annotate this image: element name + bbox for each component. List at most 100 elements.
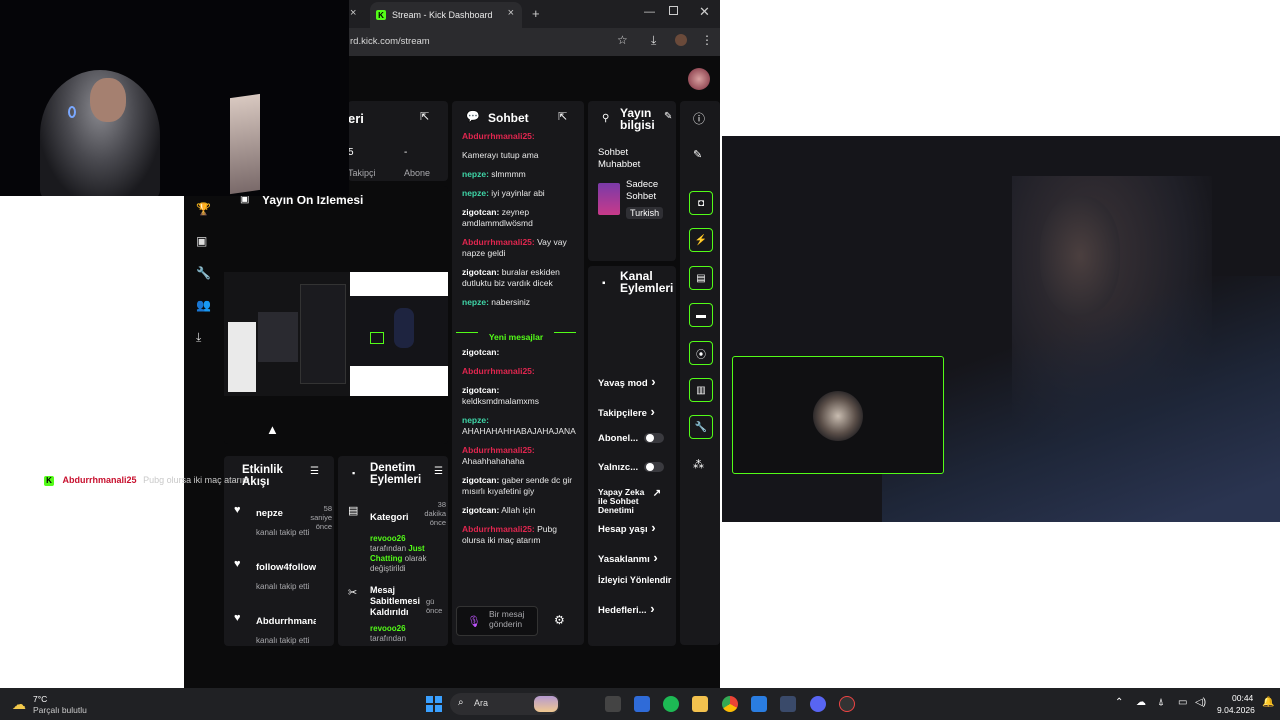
chat-username[interactable]: Abdurrhmanali25: bbox=[462, 366, 535, 376]
store-icon[interactable] bbox=[634, 696, 650, 712]
channel-action-item[interactable]: Yapay Zeka ile Sohbet Denetimi ↗ bbox=[598, 488, 674, 516]
rail-broadcast-icon[interactable]: ⦿ bbox=[689, 341, 713, 365]
chat-input[interactable]: 🎙 Bir mesaj gönderin bbox=[456, 606, 538, 636]
minimize-icon[interactable]: — bbox=[644, 6, 655, 18]
clock-date[interactable]: 9.04.2026 bbox=[1217, 705, 1255, 715]
windows-start-icon[interactable] bbox=[426, 696, 442, 712]
file-explorer-icon[interactable] bbox=[692, 696, 708, 712]
browser-menu-icon[interactable]: ⋮ bbox=[701, 33, 713, 47]
notification-bell-icon[interactable]: 🔔 bbox=[1262, 697, 1274, 708]
user-avatar[interactable] bbox=[688, 68, 710, 90]
chat-username[interactable]: Abdurrhmanali25: bbox=[462, 445, 535, 455]
window-close-icon[interactable]: ✕ bbox=[699, 4, 710, 20]
chat-username[interactable]: nepze: bbox=[462, 188, 489, 198]
outlook-icon[interactable] bbox=[751, 696, 767, 712]
stream-preview-video[interactable] bbox=[224, 272, 448, 396]
chat-username[interactable]: nepze: bbox=[462, 169, 489, 179]
stream-preview-panel: ▣ Yayın Ön İzlemesi ▲ bbox=[224, 186, 448, 444]
tray-network-icon[interactable]: ▭ bbox=[1178, 697, 1187, 708]
download-tray-icon[interactable]: ⤓ bbox=[196, 330, 201, 345]
channel-action-item[interactable]: Takipçilere › bbox=[598, 404, 674, 419]
camera-preview-video bbox=[722, 136, 1280, 522]
rail-layout-icon[interactable]: ▥ bbox=[689, 378, 713, 402]
discord-icon[interactable] bbox=[810, 696, 826, 712]
chat-username[interactable]: zigotcan: bbox=[462, 267, 499, 277]
channel-action-item[interactable]: Hesap yaşı › bbox=[598, 520, 674, 535]
toggle-switch[interactable] bbox=[644, 433, 665, 444]
profile-avatar-icon[interactable] bbox=[675, 34, 687, 46]
chat-username[interactable]: nepze: bbox=[462, 297, 489, 307]
chat-username[interactable]: Abdurrhmanali25: bbox=[462, 524, 535, 534]
maximize-icon[interactable] bbox=[669, 6, 678, 15]
search-icon: ⌕ bbox=[458, 697, 464, 708]
chat-popout-icon[interactable]: ⇱ bbox=[558, 110, 567, 123]
tray-mic-icon[interactable]: ⍋ bbox=[1158, 697, 1164, 708]
chat-username[interactable]: nepze: bbox=[462, 415, 489, 425]
tray-cloud-icon[interactable]: ☁ bbox=[1136, 697, 1146, 708]
chat-username[interactable]: zigotcan: bbox=[462, 475, 499, 485]
chat-username[interactable]: zigotcan: bbox=[462, 505, 499, 515]
prev-tab-close-icon[interactable]: × bbox=[350, 7, 356, 19]
stream-category: Sadece Sohbet bbox=[626, 179, 659, 202]
rail-more-icon[interactable]: ⁂ bbox=[693, 458, 704, 471]
weather-icon[interactable]: ☁ bbox=[12, 696, 26, 713]
activity-item: ♥ Abdurrhmanali kanalı takip etti bbox=[224, 612, 334, 656]
chat-username[interactable]: zigotcan: bbox=[462, 347, 499, 357]
wrench-icon[interactable]: 🔧 bbox=[196, 266, 211, 280]
category-thumbnail bbox=[598, 183, 620, 215]
chat-username[interactable]: Abdurrhmanali25: bbox=[462, 237, 535, 247]
popout-icon[interactable]: ⇱ bbox=[420, 110, 429, 123]
chat-username[interactable]: zigotcan: bbox=[462, 207, 499, 217]
url-text[interactable]: rd.kick.com/stream bbox=[350, 36, 430, 47]
chat-username[interactable]: Abdurrhmanali25: bbox=[462, 131, 535, 141]
spotify-icon[interactable] bbox=[663, 696, 679, 712]
chat-username[interactable]: zigotcan: bbox=[462, 385, 499, 395]
info-icon[interactable]: ⓘ bbox=[693, 110, 705, 127]
edit-pencil-icon[interactable]: ✎ bbox=[664, 111, 672, 122]
rail-bolt-icon[interactable]: ⚡ bbox=[689, 228, 713, 252]
channel-action-item[interactable]: Yasaklanmı › bbox=[598, 550, 674, 565]
users-icon[interactable]: 👥 bbox=[196, 298, 211, 312]
toggle-switch[interactable] bbox=[644, 462, 665, 473]
rail-document-icon[interactable]: ▤ bbox=[689, 266, 713, 290]
channel-action-item[interactable]: Yavaş mod › bbox=[598, 374, 674, 389]
new-messages-divider: Yeni mesajlar bbox=[456, 327, 576, 342]
rail-screen-icon[interactable]: ◘ bbox=[689, 191, 713, 215]
obs-icon[interactable] bbox=[839, 696, 855, 712]
search-highlight-icon bbox=[534, 696, 558, 712]
mod-filter-icon[interactable]: ☰ bbox=[434, 466, 443, 477]
taskbar-search[interactable]: ⌕ Ara bbox=[450, 693, 560, 715]
tray-volume-icon[interactable]: ◁) bbox=[1195, 697, 1206, 708]
stats-panel: eri ⇱ 5 Takipçi - Abone bbox=[348, 101, 448, 181]
rail-wrench-icon[interactable]: 🔧 bbox=[689, 415, 713, 439]
activity-filter-icon[interactable]: ☰ bbox=[310, 466, 319, 477]
mod-action-title-2: Mesaj Sabitlemesi Kaldırıldı bbox=[370, 585, 421, 617]
channel-action-item[interactable]: İzleyici Yönlendir bbox=[598, 575, 674, 586]
channel-action-item[interactable]: Yalnızc... bbox=[598, 462, 674, 473]
chrome-icon[interactable] bbox=[722, 696, 738, 712]
task-view-icon[interactable] bbox=[605, 696, 621, 712]
settings-app-icon[interactable] bbox=[780, 696, 796, 712]
chat-messages-old: Abdurrhmanali25: Kamerayı tutup ama nepze… bbox=[462, 131, 576, 311]
rail-chat-icon[interactable]: ▬ bbox=[689, 303, 713, 327]
download-icon[interactable]: ⤓ bbox=[651, 33, 656, 48]
trophy-icon[interactable]: 🏆 bbox=[196, 202, 211, 216]
channel-action-item[interactable]: Hedefleri... › bbox=[598, 601, 674, 616]
preview-desktop-capture bbox=[224, 272, 350, 396]
rail-pencil-icon[interactable]: ✎ bbox=[693, 148, 702, 161]
mod-title: Denetim Eylemleri bbox=[370, 462, 422, 486]
bookmark-star-icon[interactable]: ☆ bbox=[617, 33, 628, 47]
activity-user[interactable]: follow4follows bbox=[256, 562, 316, 573]
channel-action-item[interactable]: Abonel... bbox=[598, 433, 674, 444]
microphone-icon[interactable]: 🎙 bbox=[467, 615, 481, 628]
clock-time[interactable]: 00:44 bbox=[1232, 693, 1253, 703]
tab-close-icon[interactable]: × bbox=[508, 7, 514, 19]
activity-user[interactable]: Abdurrhmanali bbox=[256, 616, 316, 627]
channel-action-label: Hedefleri... bbox=[598, 605, 647, 616]
video-library-icon[interactable]: ▣ bbox=[196, 234, 207, 248]
headset-light bbox=[68, 106, 76, 118]
tray-chevron-icon[interactable]: ⌃ bbox=[1115, 697, 1123, 708]
new-tab-button[interactable]: + bbox=[532, 6, 540, 21]
tab-kick-dashboard[interactable]: K Stream - Kick Dashboard × bbox=[370, 2, 522, 28]
chat-settings-gear-icon[interactable]: ⚙ bbox=[554, 613, 565, 627]
